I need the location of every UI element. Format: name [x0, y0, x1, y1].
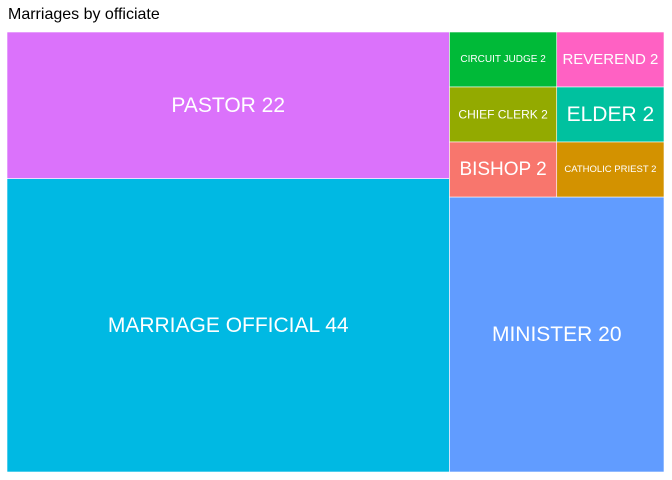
treemap-label-bishop: BISHOP 2 — [459, 159, 546, 180]
treemap-label-chief-clerk: CHIEF CLERK 2 — [458, 108, 548, 122]
treemap-label-reverend: REVEREND 2 — [562, 51, 658, 68]
treemap-label-circuit-judge: CIRCUIT JUDGE 2 — [460, 54, 546, 65]
treemap-label-catholic-priest: CATHOLIC PRIEST 2 — [564, 164, 656, 175]
treemap-chart: PASTOR 22 MARRIAGE OFFICIAL 44 MINISTER 20… — [6, 31, 665, 473]
treemap-label-minister: MINISTER 20 — [492, 323, 622, 346]
treemap-label-elder: ELDER 2 — [567, 103, 655, 126]
treemap-label-pastor: PASTOR 22 — [171, 94, 285, 117]
treemap-label-marriage-official: MARRIAGE OFFICIAL 44 — [108, 314, 349, 337]
